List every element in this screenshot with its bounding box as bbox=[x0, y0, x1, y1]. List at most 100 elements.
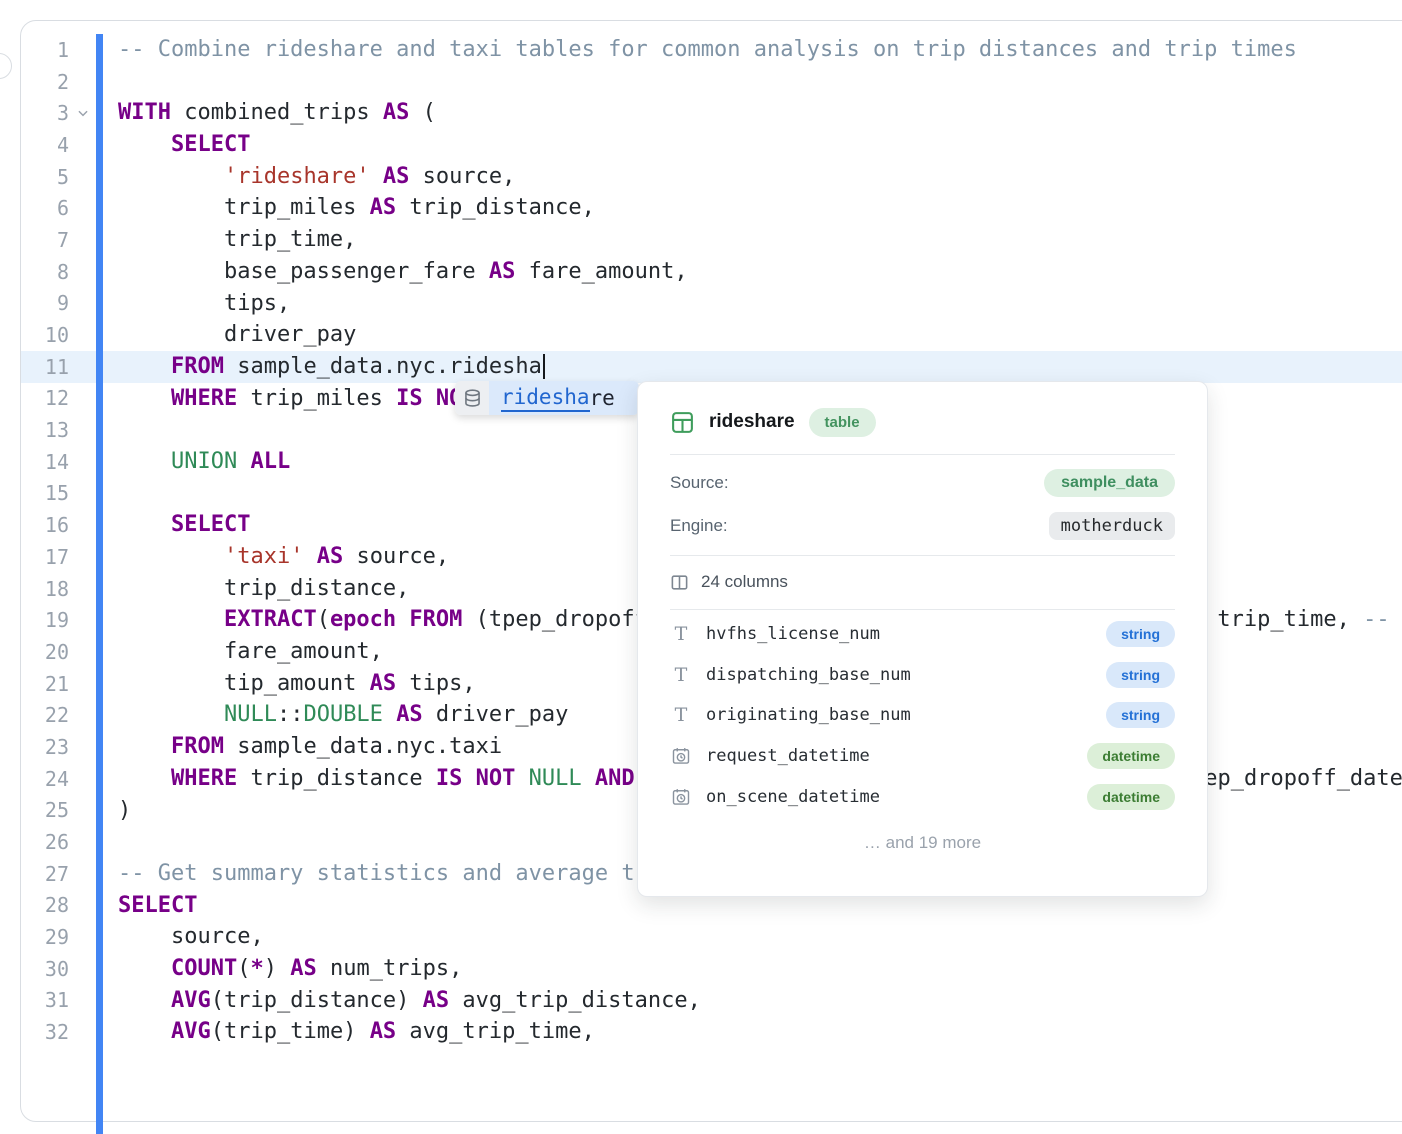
code-line-text: SELECT bbox=[118, 509, 250, 541]
code-line[interactable]: 32 AVG(trip_time) AS avg_trip_time, bbox=[21, 1016, 1402, 1048]
gutter-line-number: 22 bbox=[21, 703, 69, 727]
code-line-text: SELECT bbox=[118, 890, 197, 922]
column-row: on_scene_datetimedatetime bbox=[670, 776, 1175, 817]
code-line[interactable]: 9 tips, bbox=[21, 288, 1402, 320]
string-type-icon: T bbox=[670, 704, 692, 726]
table-title: rideshare bbox=[709, 411, 795, 433]
gutter-line-number: 25 bbox=[21, 798, 69, 822]
table-info-card: rideshare table Source: sample_data Engine… bbox=[637, 381, 1208, 897]
partial-edge-button[interactable] bbox=[0, 53, 12, 79]
code-line[interactable]: 1 -- Combine rideshare and taxi tables fo… bbox=[21, 34, 1402, 66]
column-row: Thvfhs_license_numstring bbox=[670, 614, 1175, 655]
code-line[interactable]: 7 trip_time, bbox=[21, 224, 1402, 256]
gutter-line-number: 17 bbox=[21, 545, 69, 569]
gutter-line-number: 18 bbox=[21, 577, 69, 601]
change-bar bbox=[96, 34, 103, 1134]
code-line-text: ) bbox=[118, 795, 131, 827]
table-field-row: Source: sample_data bbox=[670, 468, 1175, 498]
cursor-caret bbox=[543, 354, 545, 379]
gutter-line-number: 31 bbox=[21, 988, 69, 1012]
code-line-text: trip_distance, bbox=[118, 573, 409, 605]
gutter-line-number: 24 bbox=[21, 767, 69, 791]
gutter-line-number: 12 bbox=[21, 386, 69, 410]
code-line[interactable]: 8 base_passenger_fare AS fare_amount, bbox=[21, 256, 1402, 288]
gutter-line-number: 3 bbox=[21, 101, 69, 125]
gutter-line-number: 21 bbox=[21, 672, 69, 696]
gutter-line-number: 28 bbox=[21, 893, 69, 917]
code-line-text: tip_amount AS tips, bbox=[118, 668, 476, 700]
table-icon bbox=[670, 410, 695, 435]
code-line[interactable]: 29 source, bbox=[21, 921, 1402, 953]
gutter-line-number: 1 bbox=[21, 38, 69, 62]
type-badge: string bbox=[1106, 662, 1175, 688]
gutter-line-number: 7 bbox=[21, 228, 69, 252]
datetime-type-icon bbox=[670, 746, 692, 766]
code-line-text: COUNT(*) AS num_trips, bbox=[118, 953, 462, 985]
column-name: dispatching_base_num bbox=[706, 665, 911, 685]
code-line-text: FROM sample_data.nyc.ridesha bbox=[118, 351, 545, 383]
code-line-text: 'rideshare' AS source, bbox=[118, 161, 515, 193]
gutter-line-number: 9 bbox=[21, 291, 69, 315]
gutter-line-number: 10 bbox=[21, 323, 69, 347]
column-list: Thvfhs_license_numstringTdispatching_bas… bbox=[670, 614, 1175, 817]
column-row: request_datetimedatetime bbox=[670, 736, 1175, 777]
code-line[interactable]: 5 'rideshare' AS source, bbox=[21, 161, 1402, 193]
code-line-text: NULL::DOUBLE AS driver_pay bbox=[118, 699, 568, 731]
code-line-text: tips, bbox=[118, 288, 290, 320]
gutter-line-number: 16 bbox=[21, 513, 69, 537]
code-line-text: AVG(trip_time) AS avg_trip_time, bbox=[118, 1016, 595, 1048]
gutter-line-number: 6 bbox=[21, 196, 69, 220]
gutter-line-number: 14 bbox=[21, 450, 69, 474]
code-line[interactable]: 2 bbox=[21, 66, 1402, 98]
code-line-text: SELECT bbox=[118, 129, 250, 161]
code-line-text: source, bbox=[118, 921, 264, 953]
autocomplete-item-rideshare[interactable]: rideshare bbox=[489, 381, 639, 415]
code-line-text: trip_time, bbox=[118, 224, 356, 256]
field-label: Source: bbox=[670, 473, 729, 493]
code-line[interactable]: 3WITH combined_trips AS ( bbox=[21, 97, 1402, 129]
table-kind-badge: table bbox=[809, 408, 876, 437]
divider bbox=[670, 609, 1175, 610]
table-fields: Source: sample_data Engine: motherduck bbox=[670, 468, 1175, 541]
engine-badge: motherduck bbox=[1049, 512, 1175, 540]
gutter-line-number: 11 bbox=[21, 355, 69, 379]
code-line[interactable]: 30 COUNT(*) AS num_trips, bbox=[21, 953, 1402, 985]
autocomplete-rest-text: re bbox=[590, 386, 615, 410]
code-line-text: fare_amount, bbox=[118, 636, 383, 668]
code-line[interactable]: 31 AVG(trip_distance) AS avg_trip_distan… bbox=[21, 985, 1402, 1017]
column-name: hvfhs_license_num bbox=[706, 624, 880, 644]
gutter-line-number: 27 bbox=[21, 862, 69, 886]
column-name: originating_base_num bbox=[706, 705, 911, 725]
gutter-line-number: 13 bbox=[21, 418, 69, 442]
gutter-line-number: 30 bbox=[21, 957, 69, 981]
gutter-line-number: 26 bbox=[21, 830, 69, 854]
autocomplete-match-text: ridesha bbox=[501, 385, 590, 412]
code-line[interactable]: 6 trip_miles AS trip_distance, bbox=[21, 192, 1402, 224]
code-line[interactable]: 4 SELECT bbox=[21, 129, 1402, 161]
field-label: Engine: bbox=[670, 516, 728, 536]
code-line-text: -- Combine rideshare and taxi tables for… bbox=[118, 34, 1297, 66]
source-badge: sample_data bbox=[1044, 469, 1175, 497]
column-name: on_scene_datetime bbox=[706, 787, 880, 807]
fold-chevron-icon[interactable] bbox=[69, 106, 96, 120]
more-columns-text: … and 19 more bbox=[670, 833, 1175, 853]
divider bbox=[670, 555, 1175, 556]
divider bbox=[670, 454, 1175, 455]
gutter-line-number: 23 bbox=[21, 735, 69, 759]
database-icon bbox=[455, 381, 489, 415]
code-line[interactable]: 11 FROM sample_data.nyc.ridesha bbox=[21, 351, 1402, 383]
gutter-line-number: 20 bbox=[21, 640, 69, 664]
gutter-line-number: 29 bbox=[21, 925, 69, 949]
code-line-text: driver_pay bbox=[118, 319, 356, 351]
type-badge: string bbox=[1106, 702, 1175, 728]
columns-count-row: 24 columns bbox=[670, 569, 1175, 595]
code-line-text: FROM sample_data.nyc.taxi bbox=[118, 731, 502, 763]
column-name: request_datetime bbox=[706, 746, 870, 766]
code-line[interactable]: 10 driver_pay bbox=[21, 319, 1402, 351]
code-line-text: AVG(trip_distance) AS avg_trip_distance, bbox=[118, 985, 701, 1017]
type-badge: string bbox=[1106, 621, 1175, 647]
table-info-header: rideshare table bbox=[670, 404, 1175, 440]
gutter-line-number: 19 bbox=[21, 608, 69, 632]
code-line-text: UNION ALL bbox=[118, 446, 290, 478]
code-line-text: base_passenger_fare AS fare_amount, bbox=[118, 256, 688, 288]
